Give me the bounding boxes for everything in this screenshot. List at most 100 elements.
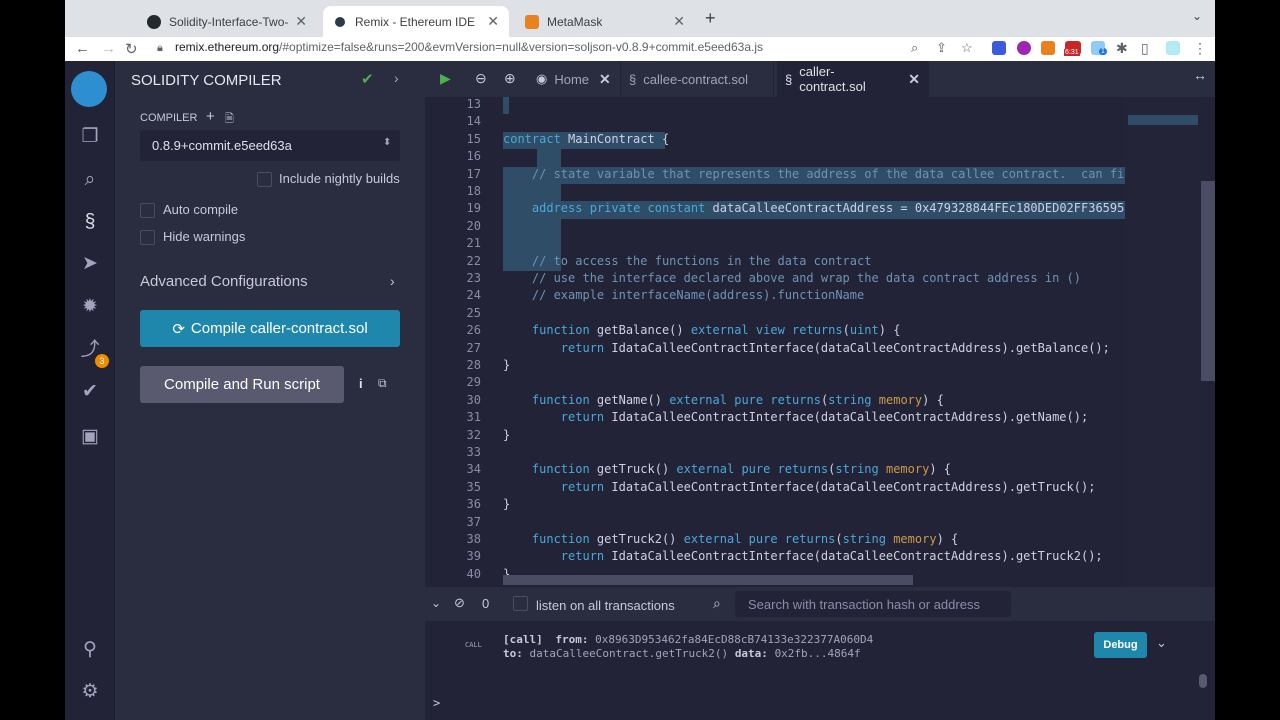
code-line[interactable]: contract MainContract { [503, 132, 669, 146]
terminal: CALL [call] from: 0x8963D953462fa84EcD88… [425, 621, 1215, 720]
editor-tab-home[interactable]: ◉ Home ✕ [528, 61, 621, 97]
line-number: 26 [466, 323, 481, 338]
zoom-in-icon[interactable]: ⊕ [504, 70, 516, 87]
share-icon[interactable]: ⇪ [936, 40, 947, 56]
code-line[interactable]: address private constant dataCalleeContr… [503, 201, 1146, 215]
new-tab-button[interactable]: + [705, 8, 716, 29]
code-line[interactable] [503, 149, 532, 163]
code-line[interactable]: function getName() external pure returns… [503, 393, 944, 407]
close-icon[interactable]: ✕ [673, 13, 685, 30]
info-icon[interactable]: i [359, 376, 363, 391]
call-log-line-1[interactable]: [call] from: 0x8963D953462fa84EcD88cB741… [503, 633, 873, 646]
browser-tab-github[interactable]: Solidity-Interface-Two-Contrac ✕ [137, 6, 317, 37]
sidepanel-icon[interactable]: ▯ [1141, 40, 1149, 57]
extension-icon[interactable] [992, 41, 1006, 55]
menu-kebab-icon[interactable]: ⋮ [1193, 40, 1207, 57]
url-field[interactable]: remix.ethereum.org/#optimize=false&runs=… [175, 40, 763, 54]
puzzle-icon[interactable]: ✱ [1116, 40, 1128, 57]
code-line[interactable]: // use the interface declared above and … [503, 271, 1081, 285]
code-line[interactable]: return IdataCalleeContractInterface(data… [503, 410, 1088, 424]
tab-title: Solidity-Interface-Two-Contrac [169, 14, 289, 29]
editor-tab-caller[interactable]: § caller-contract.sol ✕ [777, 61, 929, 97]
tab-search-chevron-icon[interactable]: ⌄ [1192, 9, 1202, 23]
code-line[interactable]: function getTruck2() external pure retur… [503, 532, 958, 546]
vertical-scrollbar[interactable] [1201, 181, 1215, 381]
code-editor[interactable]: 13 14 15 contract MainContract {16 17 // st… [425, 97, 1215, 587]
deploy-run-icon[interactable]: ➤ [79, 253, 101, 275]
collapse-chevrons-icon[interactable]: ⌄ [431, 596, 441, 610]
add-compiler-icon[interactable]: + [206, 108, 215, 125]
close-icon[interactable]: ✕ [487, 13, 499, 30]
settings-gear-icon[interactable]: ⚙ [79, 681, 101, 703]
call-log-line-2[interactable]: to: dataCalleeContract.getTruck2() data:… [503, 647, 861, 660]
debug-button[interactable]: Debug [1094, 632, 1147, 658]
code-line[interactable]: } [503, 358, 510, 372]
remix-logo-icon[interactable] [71, 71, 107, 107]
compiler-version-value: 0.8.9+commit.e5eed63a [152, 138, 292, 153]
listen-transactions-checkbox[interactable] [513, 596, 528, 611]
terminal-prompt[interactable]: > [433, 696, 440, 710]
zoom-out-icon[interactable]: ⊖ [475, 70, 487, 87]
editor-tab-callee[interactable]: § callee-contract.sol [621, 61, 774, 97]
file-explorer-icon[interactable]: ❐ [79, 126, 101, 148]
bookmark-star-icon[interactable]: ☆ [961, 40, 973, 56]
close-icon[interactable]: ✕ [295, 13, 307, 30]
remix-icon [333, 14, 347, 29]
code-line[interactable] [503, 236, 532, 250]
zoom-icon[interactable]: ⌕ [911, 40, 918, 56]
code-line[interactable]: return IdataCalleeContractInterface(data… [503, 341, 1110, 355]
terminal-scrollbar[interactable] [1199, 674, 1207, 688]
copy-icon[interactable]: ⧉ [378, 376, 387, 391]
forward-icon[interactable]: → [101, 40, 116, 57]
code-line[interactable]: function getBalance() external view retu… [503, 323, 901, 337]
url-host: remix.ethereum.org [175, 40, 280, 54]
unit-testing-icon[interactable]: ✔ [79, 381, 101, 403]
search-icon[interactable]: ⌕ [79, 169, 101, 191]
code-line[interactable]: return IdataCalleeContractInterface(data… [503, 480, 1096, 494]
file-icon[interactable]: 🗎︎ [225, 110, 234, 129]
line-number: 37 [466, 514, 481, 529]
code-line[interactable]: } [503, 428, 510, 442]
nightly-builds-checkbox[interactable] [257, 172, 272, 187]
close-icon[interactable]: ✕ [908, 71, 920, 88]
compile-run-script-button[interactable]: Compile and Run script [140, 366, 344, 403]
code-line[interactable]: return IdataCalleeContractInterface(data… [503, 549, 1103, 563]
auto-compile-checkbox[interactable] [140, 203, 155, 218]
code-line[interactable] [503, 219, 532, 233]
remix-icon-panel: ❐ ⌕ § ➤ ✹ ⤴ 3 ✔ ▣ ⚲ ⚙ [65, 61, 114, 720]
expand-arrows-icon[interactable]: ↔ [1193, 67, 1207, 83]
horizontal-scrollbar[interactable] [503, 575, 913, 585]
code-line[interactable]: // state variable that represents the ad… [503, 167, 1139, 181]
data-label: data: [734, 647, 768, 660]
browser-tab-metamask[interactable]: MetaMask ✕ [515, 6, 695, 37]
code-line[interactable] [503, 184, 532, 198]
code-line[interactable]: // example interfaceName(address).functi… [503, 288, 864, 302]
code-line[interactable]: function getTruck() external pure return… [503, 462, 951, 476]
minimap[interactable] [1125, 97, 1201, 587]
close-icon[interactable]: ✕ [599, 71, 611, 88]
learneth-icon[interactable]: ▣ [79, 426, 101, 448]
browser-tab-remix[interactable]: Remix - Ethereum IDE ✕ [323, 6, 509, 37]
lock-icon[interactable]: 🔒︎ [157, 42, 163, 55]
solidity-compiler-icon[interactable]: § [79, 211, 101, 233]
code-line[interactable]: } [503, 497, 510, 511]
plugin-manager-icon[interactable]: ⚲ [79, 639, 101, 661]
compile-button[interactable]: ⟳ Compile caller-contract.sol [140, 310, 400, 347]
pending-tx-count: 0 [482, 596, 490, 611]
extension-icon[interactable] [1017, 41, 1031, 55]
code-line[interactable]: // to access the functions in the data c… [503, 254, 872, 268]
reload-icon[interactable]: ↻ [125, 40, 138, 58]
chevron-down-icon[interactable]: ⌄ [1156, 635, 1167, 651]
line-number: 15 [466, 131, 481, 146]
advanced-configurations-toggle[interactable]: Advanced Configurations › [140, 273, 400, 295]
terminal-search-input[interactable]: Search with transaction hash or address [735, 591, 1011, 617]
metamask-extension-icon[interactable] [1041, 41, 1055, 55]
hide-warnings-checkbox[interactable] [140, 230, 155, 245]
back-icon[interactable]: ← [75, 40, 90, 57]
clear-icon[interactable]: ⊘ [454, 595, 465, 611]
chevron-right-icon[interactable]: › [394, 70, 399, 86]
profile-avatar[interactable] [1166, 41, 1180, 55]
compiler-version-select[interactable]: 0.8.9+commit.e5eed63a ⬍ [140, 130, 400, 161]
run-play-icon[interactable]: ▶ [440, 70, 451, 87]
debugger-icon[interactable]: ✹ [79, 296, 101, 318]
